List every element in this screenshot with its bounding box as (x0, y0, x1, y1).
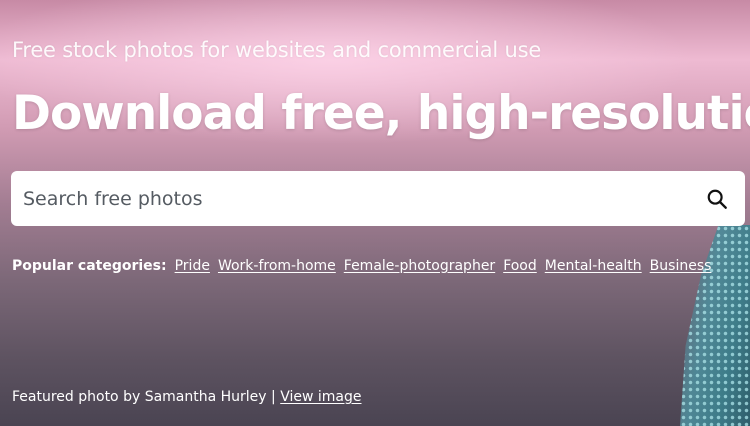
photo-credit: Featured photo by Samantha Hurley | View… (12, 389, 362, 405)
featured-photo-background (680, 225, 750, 426)
popular-categories-label: Popular categories: (12, 258, 167, 274)
hero-banner: Free stock photos for websites and comme… (0, 0, 750, 426)
hero-tagline: Free stock photos for websites and comme… (12, 38, 542, 62)
view-image-link[interactable]: View image (280, 389, 361, 405)
category-link-female-photographer[interactable]: Female-photographer (344, 258, 495, 274)
category-link-food[interactable]: Food (503, 258, 537, 274)
search-input[interactable] (11, 171, 693, 226)
search-button[interactable] (693, 175, 741, 223)
search-bar (11, 171, 745, 226)
popular-categories: Popular categories: Pride Work-from-home… (12, 258, 719, 274)
category-link-pride[interactable]: Pride (175, 258, 210, 274)
search-icon (707, 189, 727, 209)
photo-credit-text: Featured photo by Samantha Hurley | (12, 389, 276, 405)
category-link-business[interactable]: Business (650, 258, 712, 274)
hero-headline: Download free, high-resolution images (12, 86, 750, 141)
category-link-mental-health[interactable]: Mental-health (545, 258, 642, 274)
category-link-work-from-home[interactable]: Work-from-home (218, 258, 336, 274)
